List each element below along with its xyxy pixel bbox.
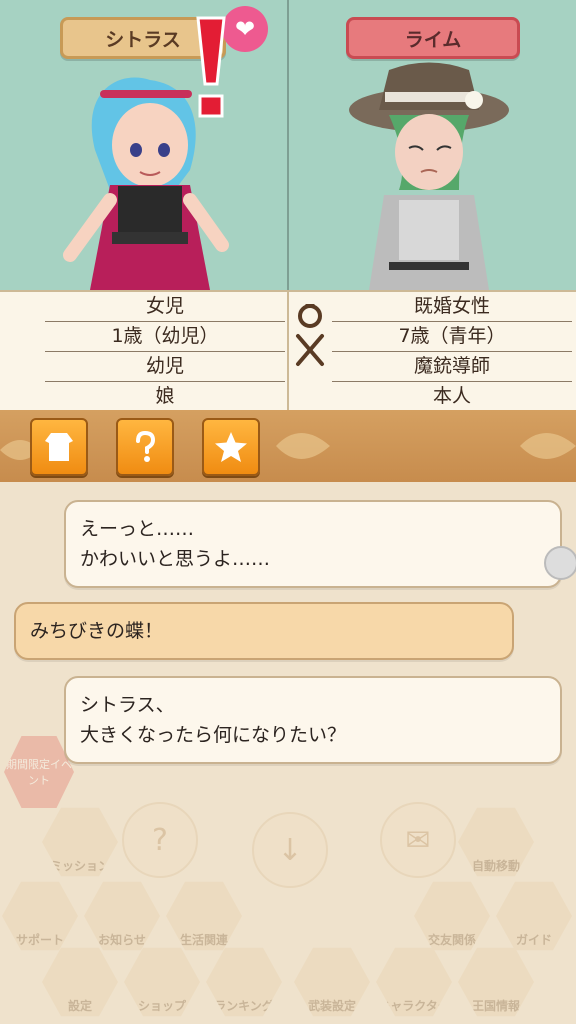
left-info-row: 娘 [45,382,285,412]
portrait-divider [287,0,289,290]
equipment-menu[interactable]: 武装設定 [294,947,370,1017]
question-button[interactable] [116,418,174,476]
auto-move-menu[interactable]: 自動移動 [458,807,534,877]
left-info-row: 1歳（幼児） [45,322,285,352]
left-info-row: 女児 [45,292,285,322]
ring-icon [298,304,322,328]
chat-area: 期間限定イベント ミッション ? ↓ ✉ 自動移動 サポート お知らせ 生活関連… [0,482,576,1024]
news-menu[interactable]: お知らせ [84,881,160,951]
scroll-handle-icon[interactable] [544,546,576,580]
chat-line: 大きくなったら何になりたい？ [80,724,347,746]
clothes-icon [45,433,73,461]
chat-line: みちびきの蝶！ [30,620,164,642]
relations-menu[interactable]: 交友関係 [414,881,490,951]
support-menu[interactable]: サポート [2,881,78,951]
chat-button[interactable]: ✉ [380,802,456,878]
shop-menu[interactable]: ショップ [124,947,200,1017]
guide-menu[interactable]: ガイド [496,881,572,951]
right-info-row: 本人 [332,382,572,412]
chat-line: シトラス、 [80,694,175,716]
mission-menu[interactable]: ミッション [42,807,118,877]
ranking-menu[interactable]: ランキング [206,947,282,1017]
character-info-table: 女児 1歳（幼児） 幼児 娘 既婚女性 7歳（青年） 魔銃導師 本人 [0,290,576,414]
chat-line: かわいいと思うよ…… [80,548,271,570]
right-info-row: 魔銃導師 [332,352,572,382]
right-info-column: 既婚女性 7歳（青年） 魔銃導師 本人 [332,292,572,412]
chat-bubble-right: シトラス、 大きくなったら何になりたい？ [64,676,562,764]
right-info-row: 7歳（青年） [332,322,572,352]
help-button[interactable]: ? [122,802,198,878]
right-character-name: ライム [346,17,520,59]
chat-bubble-left: みちびきの蝶！ [14,602,514,660]
character-menu[interactable]: キャラクター [376,947,452,1017]
download-button[interactable]: ↓ [252,812,328,888]
chat-bubble-right: えーっと…… かわいいと思うよ…… [64,500,562,588]
left-info-column: 女児 1歳（幼児） 幼児 娘 [45,292,285,412]
info-divider [287,292,289,412]
favorite-button[interactable] [202,418,260,476]
life-menu[interactable]: 生活関連 [166,881,242,951]
outfit-button[interactable] [30,418,88,476]
settings-menu[interactable]: 設定 [42,947,118,1017]
star-icon [215,432,247,462]
chat-line: えーっと…… [80,518,195,540]
crossed-tools-icon [296,334,324,366]
kingdom-menu[interactable]: 王国情報 [458,947,534,1017]
exclamation-icon [196,16,226,118]
question-icon [136,430,156,462]
left-info-row: 幼児 [45,352,285,382]
right-info-row: 既婚女性 [332,292,572,322]
